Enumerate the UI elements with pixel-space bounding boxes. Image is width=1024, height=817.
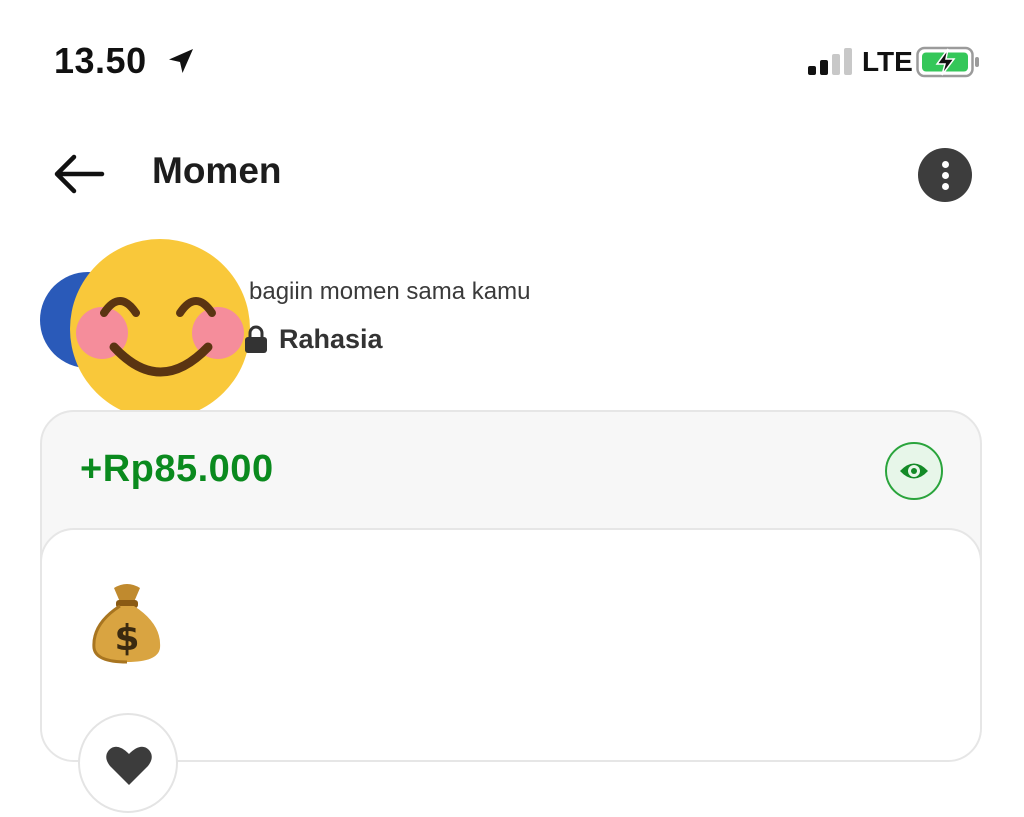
privacy-label: Rahasia (279, 324, 383, 354)
like-button[interactable] (78, 713, 178, 813)
more-options-button[interactable] (918, 148, 972, 202)
battery-charging-icon (916, 46, 979, 78)
transaction-amount: +Rp85.000 (80, 448, 274, 490)
svg-text:$: $ (114, 618, 139, 659)
eye-icon (900, 463, 928, 479)
heart-icon (106, 746, 152, 785)
smiling-face-emoji (70, 239, 250, 419)
toggle-visibility-button[interactable] (885, 442, 943, 500)
back-button[interactable] (50, 150, 110, 200)
money-bag-emoji: $ (92, 584, 161, 664)
location-arrow-icon (169, 49, 193, 73)
card-body: $ (42, 528, 980, 760)
moment-screen: 13.50 LTE Momen bagiin momen sama kamu R… (0, 0, 1024, 817)
page-title: Momen (152, 150, 282, 191)
share-caption: bagiin momen sama kamu (249, 278, 531, 305)
signal-icon (808, 48, 852, 75)
lock-icon (245, 325, 267, 353)
network-type: LTE (862, 46, 913, 77)
arrow-left-icon (54, 154, 105, 194)
moment-card: +Rp85.000 $ (40, 410, 982, 762)
status-time: 13.50 (54, 40, 147, 81)
